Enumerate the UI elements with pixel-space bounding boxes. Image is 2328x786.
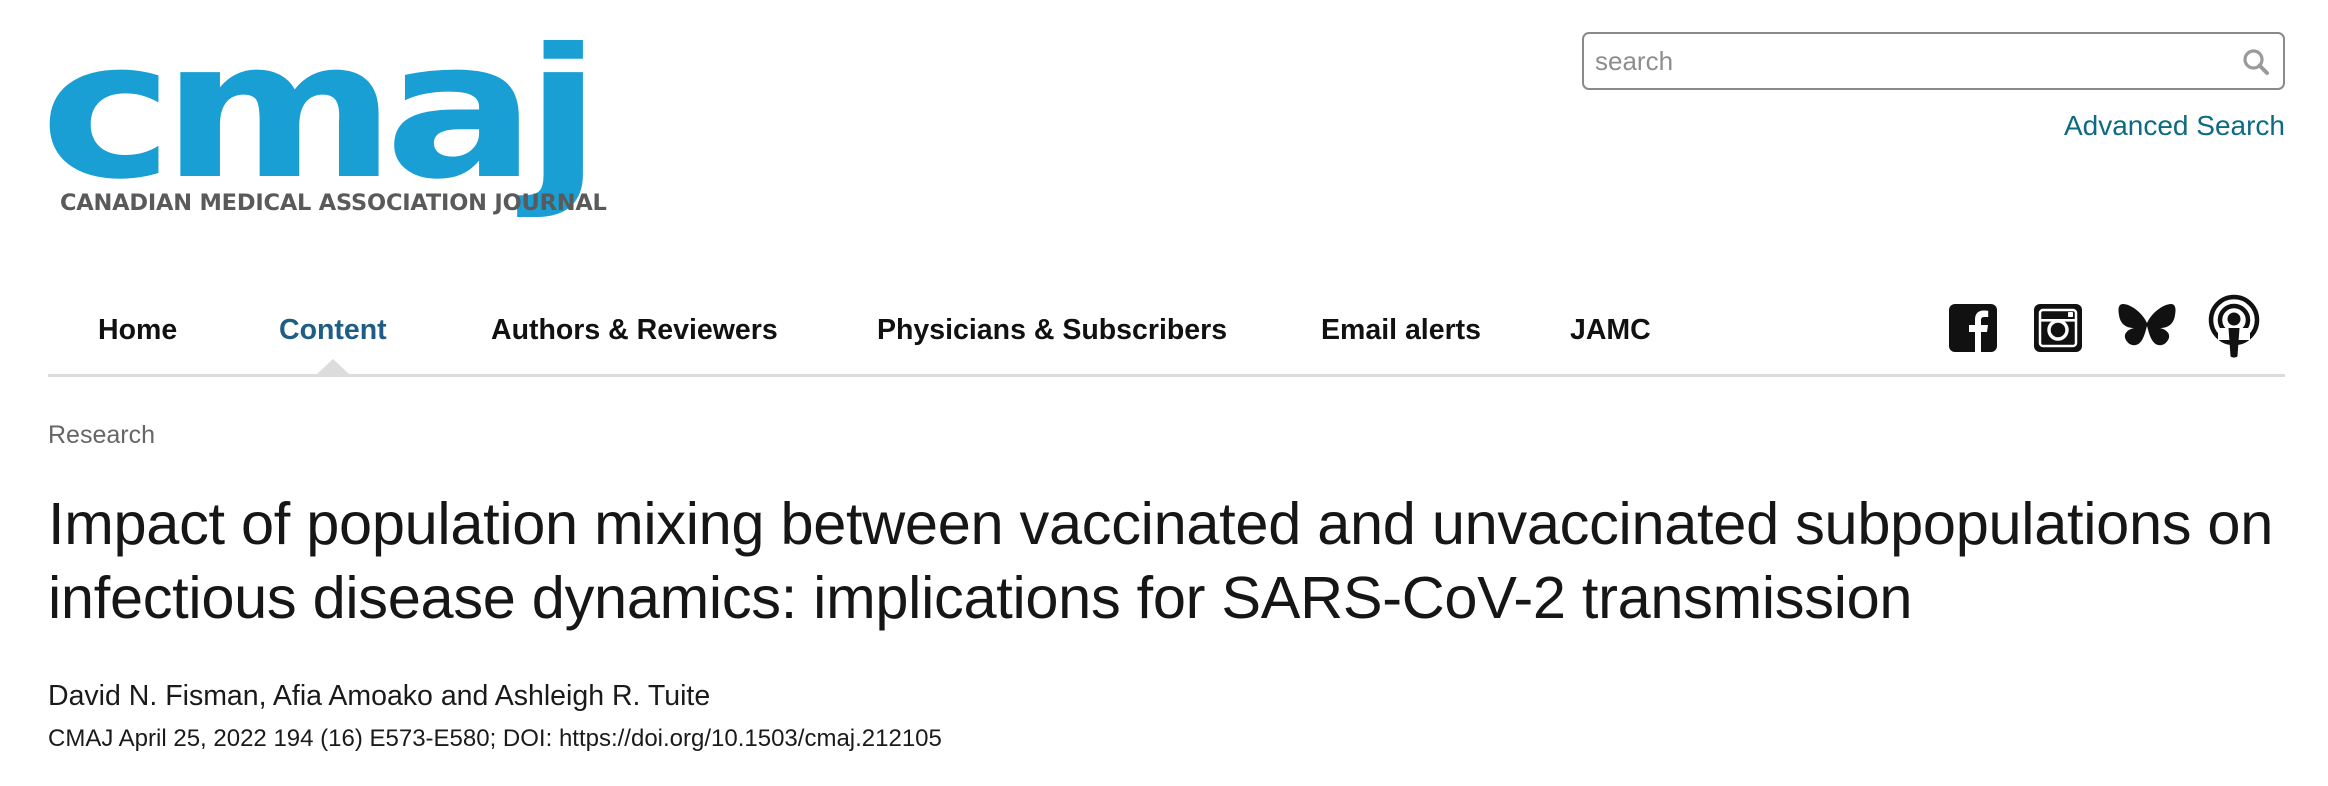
facebook-icon[interactable] [1948,296,1998,360]
nav-item-jamc[interactable]: JAMC [1570,314,1651,347]
article-section-label: Research [48,421,155,449]
logo-tagline: CANADIAN MEDICAL ASSOCIATION JOURNAL [60,190,607,216]
article-title: Impact of population mixing between vacc… [48,490,2273,631]
nav-divider [48,374,2285,377]
active-nav-indicator [316,359,350,375]
nav-item-authors-reviewers[interactable]: Authors & Reviewers [491,314,778,347]
article-authors[interactable]: David N. Fisman, Afia Amoako and Ashleig… [48,680,710,713]
cmaj-logo[interactable]: cmaj CANADIAN MEDICAL ASSOCIATION JOURNA… [46,40,607,246]
search-box [1582,32,2285,90]
nav-item-home[interactable]: Home [98,314,177,347]
nav-item-content[interactable]: Content [279,314,387,347]
search-input[interactable] [1584,34,2215,88]
instagram-icon[interactable] [2032,296,2084,360]
article-citation: CMAJ April 25, 2022 194 (16) E573-E580; … [48,725,942,752]
podcast-icon[interactable] [2206,294,2262,360]
bluesky-icon[interactable] [2117,296,2177,360]
search-icon[interactable] [2241,47,2271,77]
advanced-search-link[interactable]: Advanced Search [2064,110,2285,142]
nav-item-physicians-subscribers[interactable]: Physicians & Subscribers [877,314,1227,347]
nav-item-email-alerts[interactable]: Email alerts [1321,314,1481,347]
